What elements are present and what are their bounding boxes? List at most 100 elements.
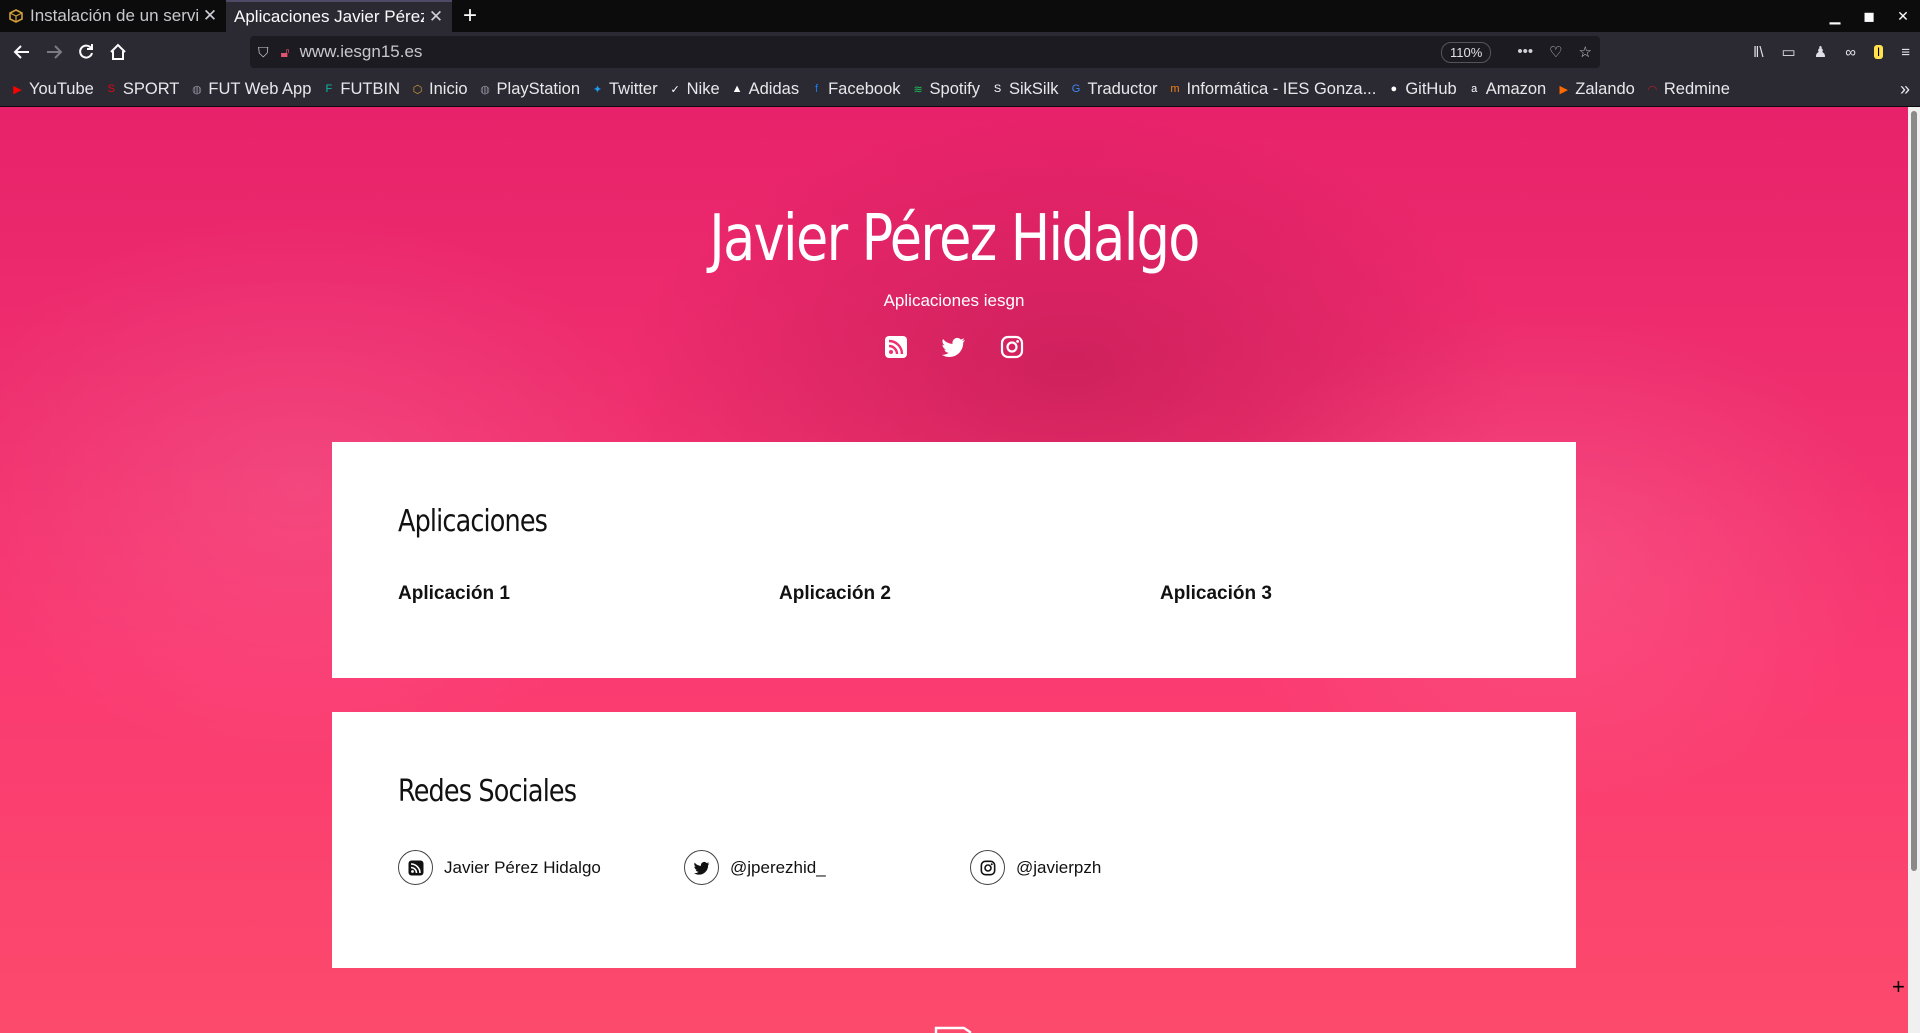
address-bar[interactable]: ⛉ 🔓︎ www.iesgn15.es 110% ••• ♡ ☆ [250, 36, 1600, 68]
app-link-3[interactable]: Aplicación 3 [1160, 583, 1541, 605]
page-subtitle: Aplicaciones iesgn [883, 291, 1025, 310]
page-actions-icon[interactable]: ••• [1517, 43, 1533, 61]
insecure-lock-icon[interactable]: 🔓︎ [281, 44, 290, 61]
hero-social-links [0, 335, 1908, 359]
shield-icon[interactable]: ⛉ [258, 44, 269, 61]
tab-instalacion[interactable]: Instalación de un servidor ✕ [0, 0, 226, 32]
bookmark-item[interactable]: S SPORT [104, 80, 180, 99]
apps-heading: Aplicaciones [398, 504, 548, 539]
app-link-1[interactable]: Aplicación 1 [398, 583, 779, 605]
bookmark-label: FUT Web App [208, 79, 312, 98]
bookmark-item[interactable]: m Informática - IES Gonza... [1168, 79, 1377, 99]
bookmark-label: Facebook [828, 79, 901, 98]
close-tab-icon[interactable]: ✕ [202, 6, 218, 26]
social-label: Javier Pérez Hidalgo [444, 857, 601, 877]
bookmark-item[interactable]: ◠ Redmine [1645, 80, 1730, 99]
instagram-icon[interactable] [1000, 335, 1024, 359]
bookmark-item[interactable]: a Amazon [1467, 80, 1546, 99]
bookmark-label: YouTube [29, 79, 94, 98]
translate-icon: G [1071, 83, 1081, 95]
redmine-icon: ◠ [1647, 83, 1658, 96]
pocket-icon[interactable]: ♡ [1549, 43, 1562, 61]
maximize-icon[interactable]: ◼ [1852, 8, 1886, 25]
arrow-left-icon [13, 45, 29, 59]
new-tab-button[interactable]: + [452, 0, 488, 32]
scrollbar-thumb[interactable] [1911, 111, 1917, 871]
cube-icon [8, 8, 24, 24]
social-card: Redes Sociales Javier Pérez Hidalgo @jpe… [332, 712, 1576, 968]
reload-icon [79, 44, 93, 59]
bookmark-item[interactable]: ◍ FUT Web App [189, 80, 311, 99]
app-link-2[interactable]: Aplicación 2 [779, 583, 1160, 605]
close-window-icon[interactable]: ✕ [1886, 8, 1920, 25]
forward-button[interactable] [38, 36, 70, 68]
twitter-icon[interactable] [941, 335, 966, 359]
bookmark-item[interactable]: F FUTBIN [321, 80, 400, 99]
arrow-right-icon [47, 45, 63, 59]
bookmark-item[interactable]: ⬡ Inicio [410, 80, 468, 99]
bookmark-item[interactable]: ✓ Nike [668, 80, 720, 99]
back-button[interactable] [6, 36, 38, 68]
bookmark-label: SikSilk [1009, 79, 1059, 98]
globe-icon: ◍ [192, 83, 202, 96]
bookmark-label: FUTBIN [340, 79, 401, 98]
bookmarks-toolbar: ▶ YouTube S SPORT ◍ FUT Web App F FUTBIN ⬡ Inicio… [0, 72, 1920, 107]
reload-button[interactable] [70, 36, 102, 68]
tab-aplicaciones[interactable]: Aplicaciones Javier Pérez Hidalgo ✕ [226, 0, 452, 32]
social-link-instagram[interactable]: @javierpzh [970, 850, 1256, 885]
bookmark-item[interactable]: ≋ Spotify [911, 80, 980, 99]
bookmark-label: Zalando [1575, 79, 1635, 98]
tab-title: Instalación de un servidor [30, 6, 198, 25]
bookmarks-overflow-icon[interactable]: » [1900, 79, 1910, 100]
minimize-icon[interactable]: ▁ [1818, 8, 1852, 25]
bookmark-label: Spotify [929, 79, 980, 98]
menu-icon[interactable]: ≡ [1901, 44, 1910, 61]
page-scrollbar[interactable] [1908, 107, 1920, 1033]
home-icon [110, 43, 126, 60]
library-icon[interactable]: ‖\ [1753, 44, 1763, 61]
tab-bar: Instalación de un servidor ✕ Aplicacione… [0, 0, 1920, 32]
bookmark-label: Redmine [1663, 79, 1730, 98]
url-text[interactable]: www.iesgn15.es [300, 42, 423, 62]
twitter-icon [684, 850, 719, 885]
rss-icon[interactable] [884, 335, 908, 359]
bookmark-item[interactable]: G Traductor [1069, 80, 1158, 99]
cube-icon: ⬡ [412, 83, 423, 96]
spotify-icon: ≋ [913, 83, 923, 96]
home-button[interactable] [102, 36, 134, 68]
social-link-twitter[interactable]: @jperezhid_ [684, 850, 970, 885]
bookmark-item[interactable]: ✦ Twitter [590, 80, 658, 99]
apps-list: Aplicación 1 Aplicación 2 Aplicación 3 [398, 583, 1541, 605]
sidebar-icon[interactable]: ▭ [1782, 43, 1796, 61]
zoom-level-badge[interactable]: 110% [1441, 41, 1492, 63]
extension-yellow-icon[interactable]: I [1873, 45, 1884, 59]
incognito-icon[interactable]: ∞ [1845, 44, 1856, 61]
bookmark-item[interactable]: f Facebook [809, 79, 901, 99]
page-title: Javier Pérez Hidalgo [709, 202, 1200, 276]
sport-icon: S [107, 83, 116, 95]
futbin-icon: F [325, 83, 333, 95]
footer-logo-icon [934, 1022, 974, 1033]
bookmark-item[interactable]: ● GitHub [1386, 79, 1457, 99]
bookmark-label: Informática - IES Gonza... [1186, 79, 1377, 98]
zalando-icon: ▶ [1559, 83, 1568, 96]
close-tab-icon[interactable]: ✕ [428, 7, 444, 27]
bookmark-label: PlayStation [496, 79, 581, 98]
bookmark-label: GitHub [1405, 79, 1457, 98]
bookmark-item[interactable]: S SikSilk [990, 80, 1059, 99]
social-heading: Redes Sociales [398, 774, 577, 809]
social-link-rss[interactable]: Javier Pérez Hidalgo [398, 850, 684, 885]
bookmark-label: Twitter [609, 79, 658, 98]
bookmark-item[interactable]: ▶ YouTube [10, 80, 94, 99]
social-label: @javierpzh [1016, 857, 1102, 877]
apps-card: Aplicaciones Aplicación 1 Aplicación 2 A… [332, 442, 1576, 678]
rss-icon [398, 850, 433, 885]
bookmark-label: Adidas [748, 79, 800, 98]
bookmark-item[interactable]: ▲ Adidas [730, 80, 799, 99]
extension-icon[interactable]: ♟ [1814, 43, 1827, 61]
bookmark-item[interactable]: ▶ Zalando [1556, 80, 1635, 99]
bookmark-star-icon[interactable]: ☆ [1579, 43, 1592, 61]
adidas-icon: ▲ [731, 83, 743, 95]
bookmark-item[interactable]: ◍ PlayStation [478, 80, 580, 99]
navigation-toolbar: ⛉ 🔓︎ www.iesgn15.es 110% ••• ♡ ☆ ‖\ ▭ ♟ … [0, 32, 1920, 72]
